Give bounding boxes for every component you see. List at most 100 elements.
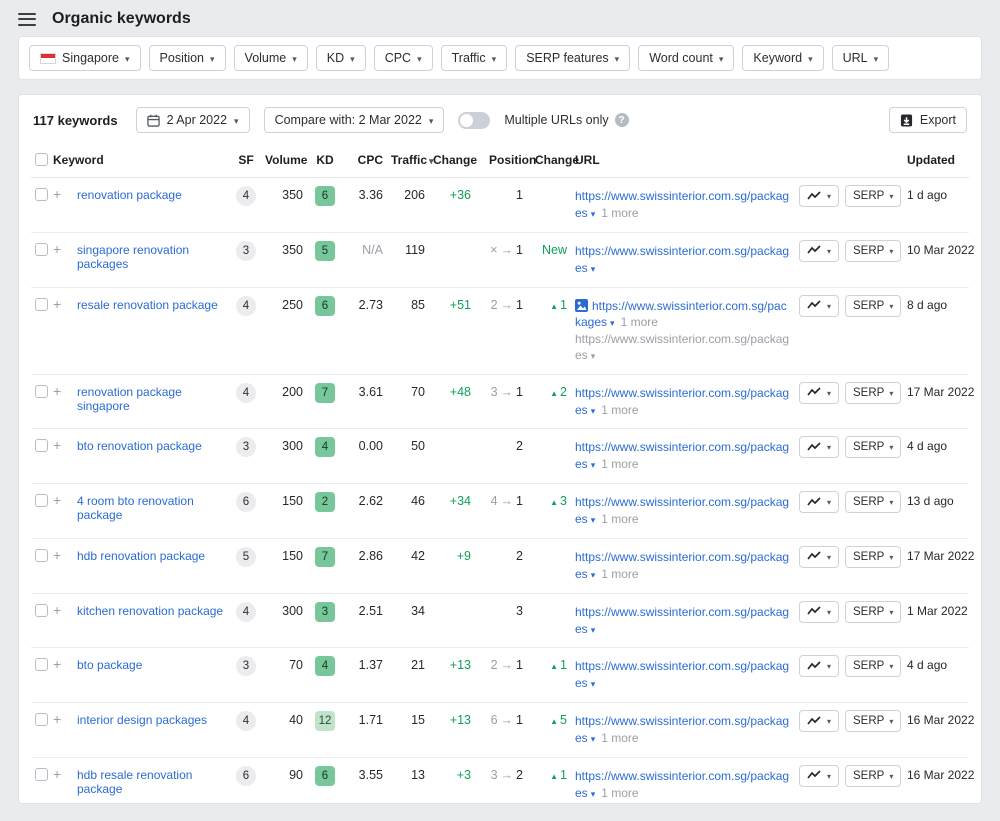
chevron-down-icon[interactable]: [588, 731, 596, 745]
keyword-link[interactable]: resale renovation package: [77, 298, 218, 312]
keyword-link[interactable]: bto renovation package: [77, 439, 202, 453]
add-to-list-icon[interactable]: [53, 602, 61, 618]
add-to-list-icon[interactable]: [53, 547, 61, 563]
serp-button[interactable]: SERP: [845, 655, 901, 677]
add-to-list-icon[interactable]: [53, 383, 61, 399]
chevron-down-icon[interactable]: [588, 512, 596, 526]
url-link[interactable]: https://www.swissinterior.com.sg/package…: [575, 299, 787, 330]
more-urls-link[interactable]: 1 more: [601, 567, 638, 581]
filter-position[interactable]: Position: [149, 45, 226, 71]
column-traffic-change[interactable]: Change: [429, 145, 475, 175]
column-sf[interactable]: SF: [231, 145, 261, 175]
more-urls-link[interactable]: 1 more: [601, 206, 638, 220]
chevron-down-icon[interactable]: [588, 348, 596, 362]
row-checkbox[interactable]: [35, 713, 48, 726]
menu-icon[interactable]: [18, 13, 36, 26]
url-link[interactable]: https://www.swissinterior.com.sg/package…: [575, 659, 789, 690]
position-history-button[interactable]: [799, 546, 839, 568]
serp-button[interactable]: SERP: [845, 185, 901, 207]
row-checkbox[interactable]: [35, 604, 48, 617]
chevron-down-icon[interactable]: [588, 786, 596, 800]
row-checkbox[interactable]: [35, 768, 48, 781]
more-urls-link[interactable]: 1 more: [601, 403, 638, 417]
keyword-link[interactable]: renovation package singapore: [77, 385, 182, 413]
chevron-down-icon[interactable]: [588, 676, 596, 690]
filter-serp-features[interactable]: SERP features: [515, 45, 630, 71]
column-updated[interactable]: Updated: [903, 145, 973, 175]
add-to-list-icon[interactable]: [53, 437, 61, 453]
chevron-down-icon[interactable]: [607, 315, 615, 329]
serp-button[interactable]: SERP: [845, 765, 901, 787]
column-position[interactable]: Position: [475, 145, 527, 175]
filter-url[interactable]: URL: [832, 45, 890, 71]
export-button[interactable]: Export: [889, 107, 967, 133]
multiple-urls-toggle[interactable]: [458, 112, 490, 129]
serp-button[interactable]: SERP: [845, 601, 901, 623]
keyword-link[interactable]: bto package: [77, 658, 142, 672]
column-url[interactable]: URL: [571, 145, 795, 175]
more-urls-link[interactable]: 1 more: [601, 731, 638, 745]
chevron-down-icon[interactable]: [588, 403, 596, 417]
help-icon[interactable]: [615, 113, 629, 127]
date-picker-button[interactable]: 2 Apr 2022: [136, 107, 250, 133]
add-to-list-icon[interactable]: [53, 492, 61, 508]
position-history-button[interactable]: [799, 655, 839, 677]
add-to-list-icon[interactable]: [53, 296, 61, 312]
row-checkbox[interactable]: [35, 298, 48, 311]
add-to-list-icon[interactable]: [53, 186, 61, 202]
add-to-list-icon[interactable]: [53, 656, 61, 672]
position-history-button[interactable]: [799, 710, 839, 732]
filter-word-count[interactable]: Word count: [638, 45, 734, 71]
filter-traffic[interactable]: Traffic: [441, 45, 508, 71]
column-kd[interactable]: KD: [307, 145, 343, 175]
add-to-list-icon[interactable]: [53, 766, 61, 782]
more-urls-link[interactable]: 1 more: [601, 786, 638, 800]
add-to-list-icon[interactable]: [53, 711, 61, 727]
serp-button[interactable]: SERP: [845, 491, 901, 513]
row-checkbox[interactable]: [35, 658, 48, 671]
keyword-link[interactable]: hdb resale renovation package: [77, 768, 192, 796]
chevron-down-icon[interactable]: [588, 622, 596, 636]
chevron-down-icon[interactable]: [588, 457, 596, 471]
row-checkbox[interactable]: [35, 494, 48, 507]
serp-button[interactable]: SERP: [845, 382, 901, 404]
serp-button[interactable]: SERP: [845, 295, 901, 317]
position-history-button[interactable]: [799, 240, 839, 262]
more-urls-link[interactable]: 1 more: [601, 457, 638, 471]
column-traffic[interactable]: Traffic: [387, 145, 429, 175]
filter-kd[interactable]: KD: [316, 45, 366, 71]
row-checkbox[interactable]: [35, 243, 48, 256]
keyword-link[interactable]: hdb renovation package: [77, 549, 205, 563]
column-keyword[interactable]: Keyword: [49, 145, 231, 175]
chevron-down-icon[interactable]: [588, 206, 596, 220]
more-urls-link[interactable]: 1 more: [621, 315, 658, 329]
filter-cpc[interactable]: CPC: [374, 45, 433, 71]
serp-button[interactable]: SERP: [845, 546, 901, 568]
url-link[interactable]: https://www.swissinterior.com.sg/package…: [575, 605, 789, 636]
chevron-down-icon[interactable]: [588, 261, 596, 275]
keyword-link[interactable]: interior design packages: [77, 713, 207, 727]
serp-button[interactable]: SERP: [845, 240, 901, 262]
row-checkbox[interactable]: [35, 549, 48, 562]
row-checkbox[interactable]: [35, 385, 48, 398]
position-history-button[interactable]: [799, 765, 839, 787]
position-history-button[interactable]: [799, 601, 839, 623]
column-position-change[interactable]: Change: [527, 145, 571, 175]
column-volume[interactable]: Volume: [261, 145, 307, 175]
keyword-link[interactable]: renovation package: [77, 188, 182, 202]
column-cpc[interactable]: CPC: [343, 145, 387, 175]
position-history-button[interactable]: [799, 491, 839, 513]
row-checkbox[interactable]: [35, 188, 48, 201]
select-all-checkbox[interactable]: [35, 153, 48, 166]
position-history-button[interactable]: [799, 295, 839, 317]
keyword-link[interactable]: singapore renovation packages: [77, 243, 189, 271]
row-checkbox[interactable]: [35, 439, 48, 452]
chevron-down-icon[interactable]: [588, 567, 596, 581]
serp-button[interactable]: SERP: [845, 710, 901, 732]
add-to-list-icon[interactable]: [53, 241, 61, 257]
position-history-button[interactable]: [799, 185, 839, 207]
url-link[interactable]: https://www.swissinterior.com.sg/package…: [575, 244, 789, 275]
more-urls-link[interactable]: 1 more: [601, 512, 638, 526]
keyword-link[interactable]: kitchen renovation package: [77, 604, 223, 618]
compare-with-button[interactable]: Compare with: 2 Mar 2022: [264, 107, 445, 133]
